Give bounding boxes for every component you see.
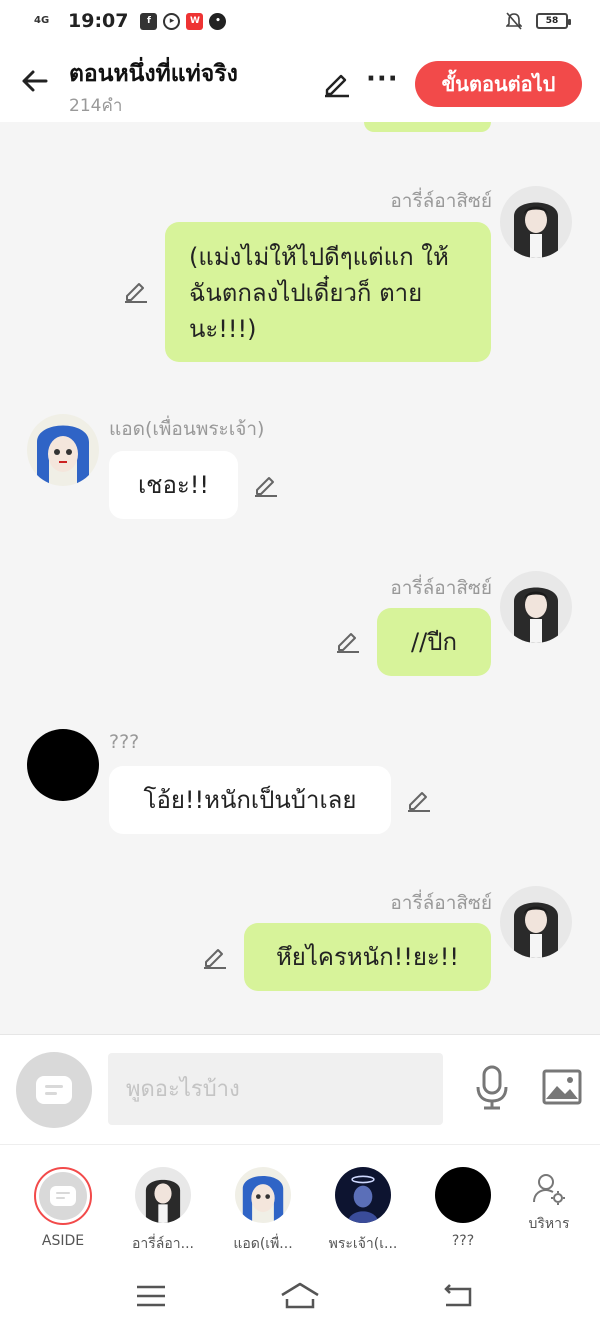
ghost-icon: •: [209, 12, 227, 30]
sender-name: ???: [109, 731, 140, 753]
aside-selected-ring: [34, 1167, 92, 1225]
edit-message-icon[interactable]: [335, 628, 361, 654]
edit-message-icon[interactable]: [123, 278, 149, 304]
avatar-arisu[interactable]: [500, 886, 572, 958]
character-label: พระเจ้า(เ...: [328, 1236, 398, 1252]
back-nav-icon[interactable]: [438, 1281, 478, 1311]
microphone-icon[interactable]: [474, 1065, 510, 1111]
input-bar: [0, 1034, 600, 1144]
edit-message-icon[interactable]: [202, 944, 228, 970]
message-bubble[interactable]: โอ้ย!!หนักเป็นบ้าเลย: [109, 766, 391, 834]
edit-message-icon[interactable]: [253, 472, 279, 498]
edit-title-icon[interactable]: [322, 68, 352, 98]
avatar-arisu[interactable]: [500, 186, 572, 258]
message-bubble[interactable]: (แม่งไม่ให้ไปดีๆแต่แก ให้ฉันตกลงไปเดี๋ยว…: [165, 222, 491, 362]
menu-icon[interactable]: [131, 1281, 171, 1311]
system-nav-bar: [0, 1259, 600, 1333]
character-label: ???: [451, 1233, 475, 1249]
message-bubble-previous: [364, 122, 491, 132]
manage-characters-button[interactable]: บริหาร: [499, 1171, 599, 1235]
avatar: [335, 1167, 391, 1223]
character-god[interactable]: พระเจ้า(เ...: [313, 1167, 413, 1255]
character-aed[interactable]: แอด(เพื่...: [213, 1167, 313, 1255]
aside-icon: [50, 1186, 76, 1206]
webtoon-icon: W: [186, 12, 204, 30]
character-aside[interactable]: ASIDE: [13, 1167, 113, 1249]
aside-toggle-button[interactable]: [16, 1052, 92, 1128]
header: ตอนหนึ่งที่แท่จริง 214คำ ··· ขั้นตอนต่อไ…: [0, 44, 600, 122]
sender-name: แอด(เพื่อนพระเจ้า): [109, 418, 265, 440]
facebook-icon: f: [140, 12, 158, 30]
avatar-unknown[interactable]: [27, 729, 99, 801]
next-step-button[interactable]: ขั้นตอนต่อไป: [415, 61, 582, 107]
character-label: บริหาร: [528, 1216, 570, 1232]
sender-name: อารี่ล์อาสิซย์: [390, 577, 492, 599]
play-icon: ▸: [163, 12, 181, 30]
message-input[interactable]: [108, 1053, 443, 1125]
character-unknown[interactable]: ???: [413, 1167, 513, 1249]
avatar: [235, 1167, 291, 1223]
sender-name: อารี่ล์อาสิซย์: [390, 892, 492, 914]
sender-name: อารี่ล์อาสิซย์: [390, 190, 492, 212]
character-arisu[interactable]: อารี่ล์อา...: [113, 1167, 213, 1255]
message-bubble[interactable]: หึยไครหนัก!!ยะ!!: [244, 923, 491, 991]
image-upload-icon[interactable]: [542, 1069, 582, 1105]
network-indicator: 4G: [34, 15, 50, 26]
avatar: [435, 1167, 491, 1223]
manage-icon: [533, 1174, 565, 1205]
character-label: อารี่ล์อา...: [132, 1236, 194, 1252]
edit-message-icon[interactable]: [406, 787, 432, 813]
character-label: แอด(เพื่...: [233, 1236, 293, 1252]
page-title: ตอนหนึ่งที่แท่จริง: [69, 61, 238, 87]
avatar: [135, 1167, 191, 1223]
character-selector: ASIDE อารี่ล์อา... แอด(เพื่... พระเจ้า(เ…: [0, 1144, 600, 1259]
home-icon[interactable]: [280, 1281, 320, 1311]
mute-icon: [506, 12, 522, 30]
avatar-aed[interactable]: [27, 414, 99, 486]
battery-indicator: 58: [536, 13, 571, 29]
character-label: ASIDE: [41, 1233, 85, 1249]
message-bubble[interactable]: เชอะ!!: [109, 451, 238, 519]
back-arrow-icon[interactable]: [18, 64, 52, 98]
word-count: 214คำ: [69, 96, 123, 116]
chat-area[interactable]: อารี่ล์อาสิซย์ (แม่งไม่ให้ไปดีๆแต่แก ให้…: [0, 122, 600, 1034]
status-time: 19:07: [68, 10, 129, 32]
avatar-arisu[interactable]: [500, 571, 572, 643]
more-options-icon[interactable]: ···: [366, 66, 399, 92]
message-bubble[interactable]: //ปีก: [377, 608, 491, 676]
status-bar: 4G 19:07 f ▸ W • 58: [0, 0, 600, 44]
aside-icon: [36, 1076, 72, 1104]
